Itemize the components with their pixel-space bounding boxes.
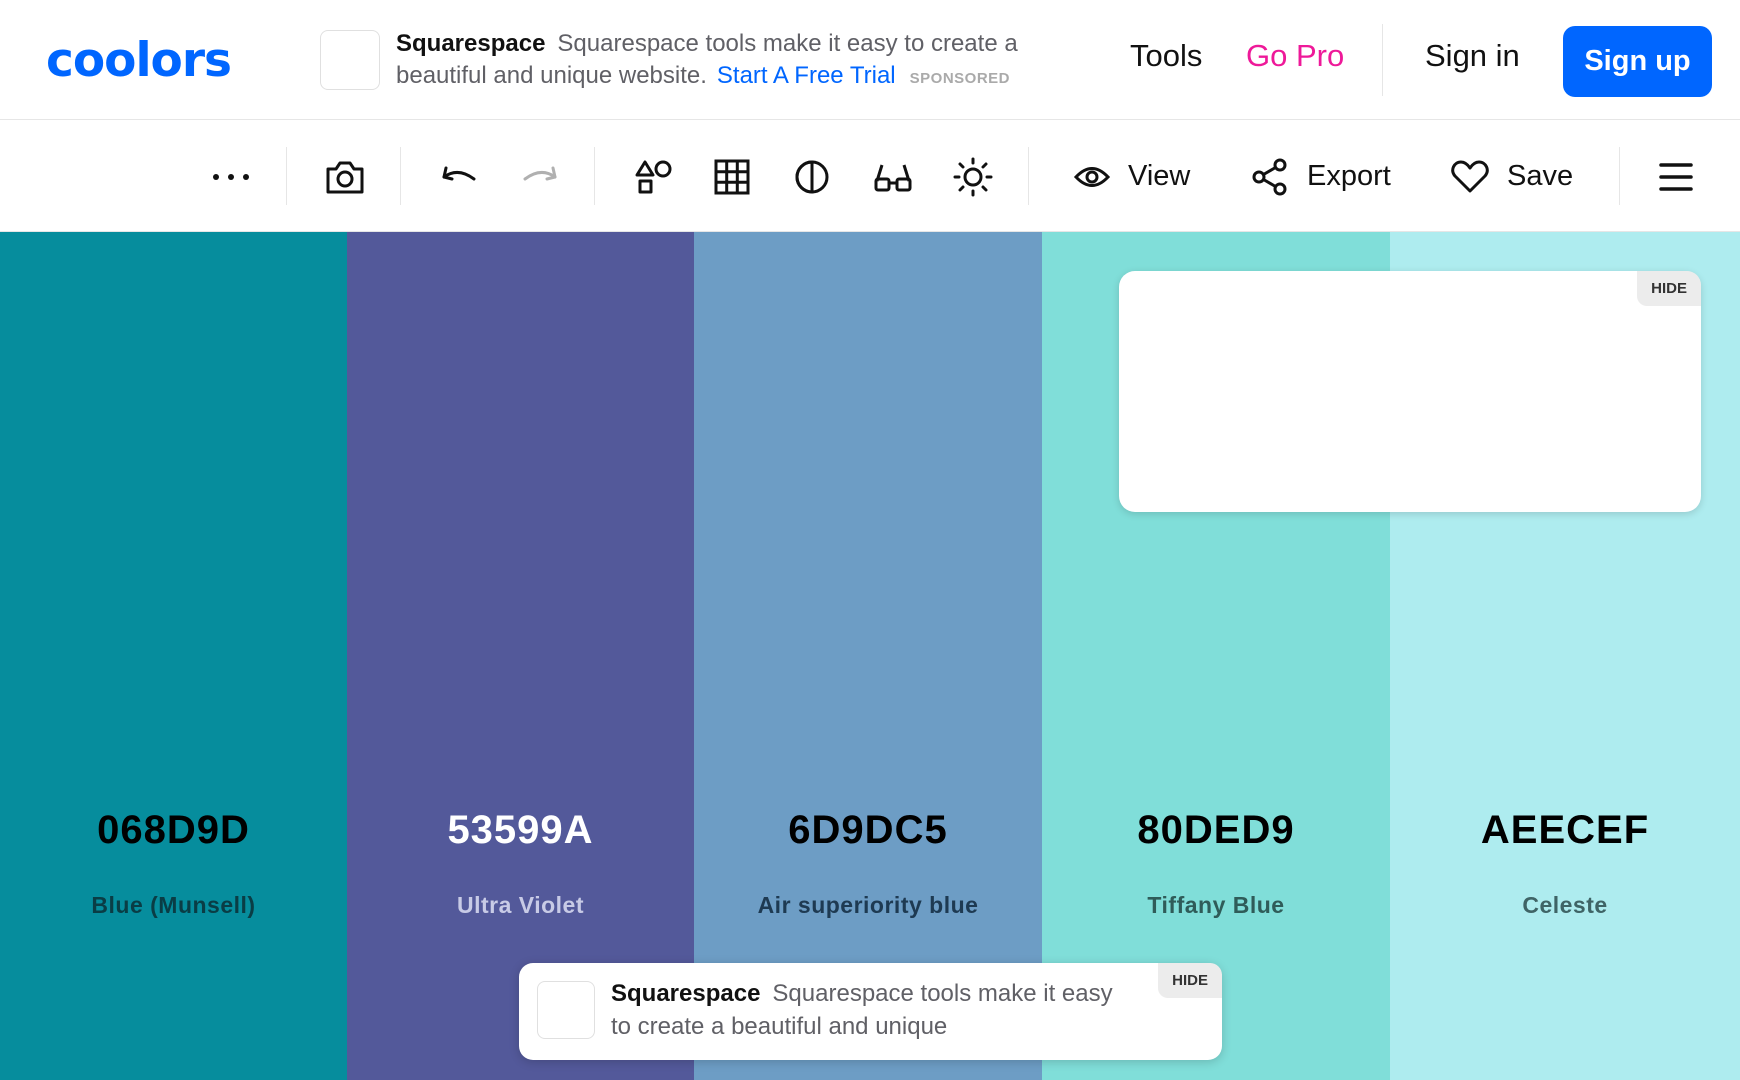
generator-toolbar: View Export Save [0, 121, 1740, 232]
coolors-logo[interactable]: coolors [46, 30, 232, 90]
screenshot-button[interactable] [320, 121, 370, 232]
share-icon [1252, 158, 1287, 195]
color-hex-code[interactable]: 068D9D [0, 808, 347, 853]
nav-go-pro-link[interactable]: Go Pro [1246, 38, 1344, 74]
view-button[interactable]: View [1074, 121, 1190, 232]
logo-text: coolors [46, 32, 232, 88]
view-label: View [1128, 160, 1191, 192]
bottom-ad-banner[interactable]: Squarespace Squarespace tools make it eas… [519, 963, 1222, 1060]
shapes-icon [635, 160, 672, 193]
undo-icon [442, 166, 476, 180]
sponsored-label: SPONSORED [909, 70, 1010, 87]
export-button[interactable]: Export [1251, 121, 1391, 232]
glasses-icon [874, 164, 912, 191]
ad-thumbnail[interactable] [320, 30, 380, 90]
color-name[interactable]: Tiffany Blue [1042, 892, 1390, 919]
export-label: Export [1307, 160, 1391, 192]
redo-button[interactable] [518, 121, 562, 232]
ad-copy: Squarespace Squarespace tools make it eas… [611, 977, 1131, 1043]
eye-icon [1074, 166, 1110, 187]
toolbar-separator [594, 147, 595, 205]
ad-brand: Squarespace [396, 30, 546, 57]
hide-ad-button[interactable]: HIDE [1158, 963, 1222, 998]
menu-button[interactable] [1656, 121, 1696, 232]
hamburger-menu-icon [1659, 162, 1693, 191]
ad-brand: Squarespace [611, 980, 761, 1007]
contrast-icon [795, 159, 829, 194]
sign-up-button[interactable]: Sign up [1563, 26, 1712, 97]
grid-icon [714, 159, 750, 194]
heart-icon [1451, 160, 1489, 192]
color-name[interactable]: Ultra Violet [347, 892, 694, 919]
sign-in-link[interactable]: Sign in [1425, 38, 1520, 74]
more-dots-icon [213, 173, 249, 180]
ad-copy: Squarespace Squarespace tools make it eas… [396, 28, 1086, 95]
nav-divider [1382, 24, 1383, 96]
color-hex-code[interactable]: 80DED9 [1042, 808, 1390, 853]
color-hex-code[interactable]: 6D9DC5 [694, 808, 1042, 853]
sun-icon [953, 157, 993, 196]
color-blindness-button[interactable] [872, 121, 914, 232]
adjust-palette-button[interactable] [952, 121, 994, 232]
toolbar-separator [400, 147, 401, 205]
color-name[interactable]: Celeste [1390, 892, 1740, 919]
color-swatch[interactable]: 068D9D Blue (Munsell) [0, 232, 347, 1080]
redo-icon [523, 166, 557, 180]
sponsored-ad-banner[interactable]: Squarespace Squarespace tools make it eas… [320, 26, 1080, 96]
color-name[interactable]: Blue (Munsell) [0, 892, 347, 919]
color-swatch[interactable]: 53599A Ultra Violet [347, 232, 694, 1080]
color-hex-code[interactable]: AEECEF [1390, 808, 1740, 853]
save-label: Save [1507, 160, 1574, 192]
top-navbar: coolors Squarespace Squarespace tools mak… [0, 0, 1740, 120]
color-hex-code[interactable]: 53599A [347, 808, 694, 853]
hide-ad-button[interactable]: HIDE [1637, 271, 1701, 306]
toolbar-separator [1619, 147, 1620, 205]
ad-thumbnail[interactable] [537, 981, 595, 1039]
ad-cta-link[interactable]: Start A Free Trial [717, 62, 896, 89]
toolbar-separator [286, 147, 287, 205]
camera-icon [326, 161, 364, 193]
undo-button[interactable] [437, 121, 481, 232]
contrast-button[interactable] [792, 121, 832, 232]
overlay-ad-box[interactable]: HIDE [1119, 271, 1701, 512]
shapes-button[interactable] [632, 121, 676, 232]
nav-tools-link[interactable]: Tools [1130, 38, 1202, 74]
grid-button[interactable] [712, 121, 752, 232]
toolbar-separator [1028, 147, 1029, 205]
save-button[interactable]: Save [1451, 121, 1573, 232]
more-options-button[interactable] [205, 121, 257, 232]
color-name[interactable]: Air superiority blue [694, 892, 1042, 919]
color-swatch[interactable]: 6D9DC5 Air superiority blue [694, 232, 1042, 1080]
